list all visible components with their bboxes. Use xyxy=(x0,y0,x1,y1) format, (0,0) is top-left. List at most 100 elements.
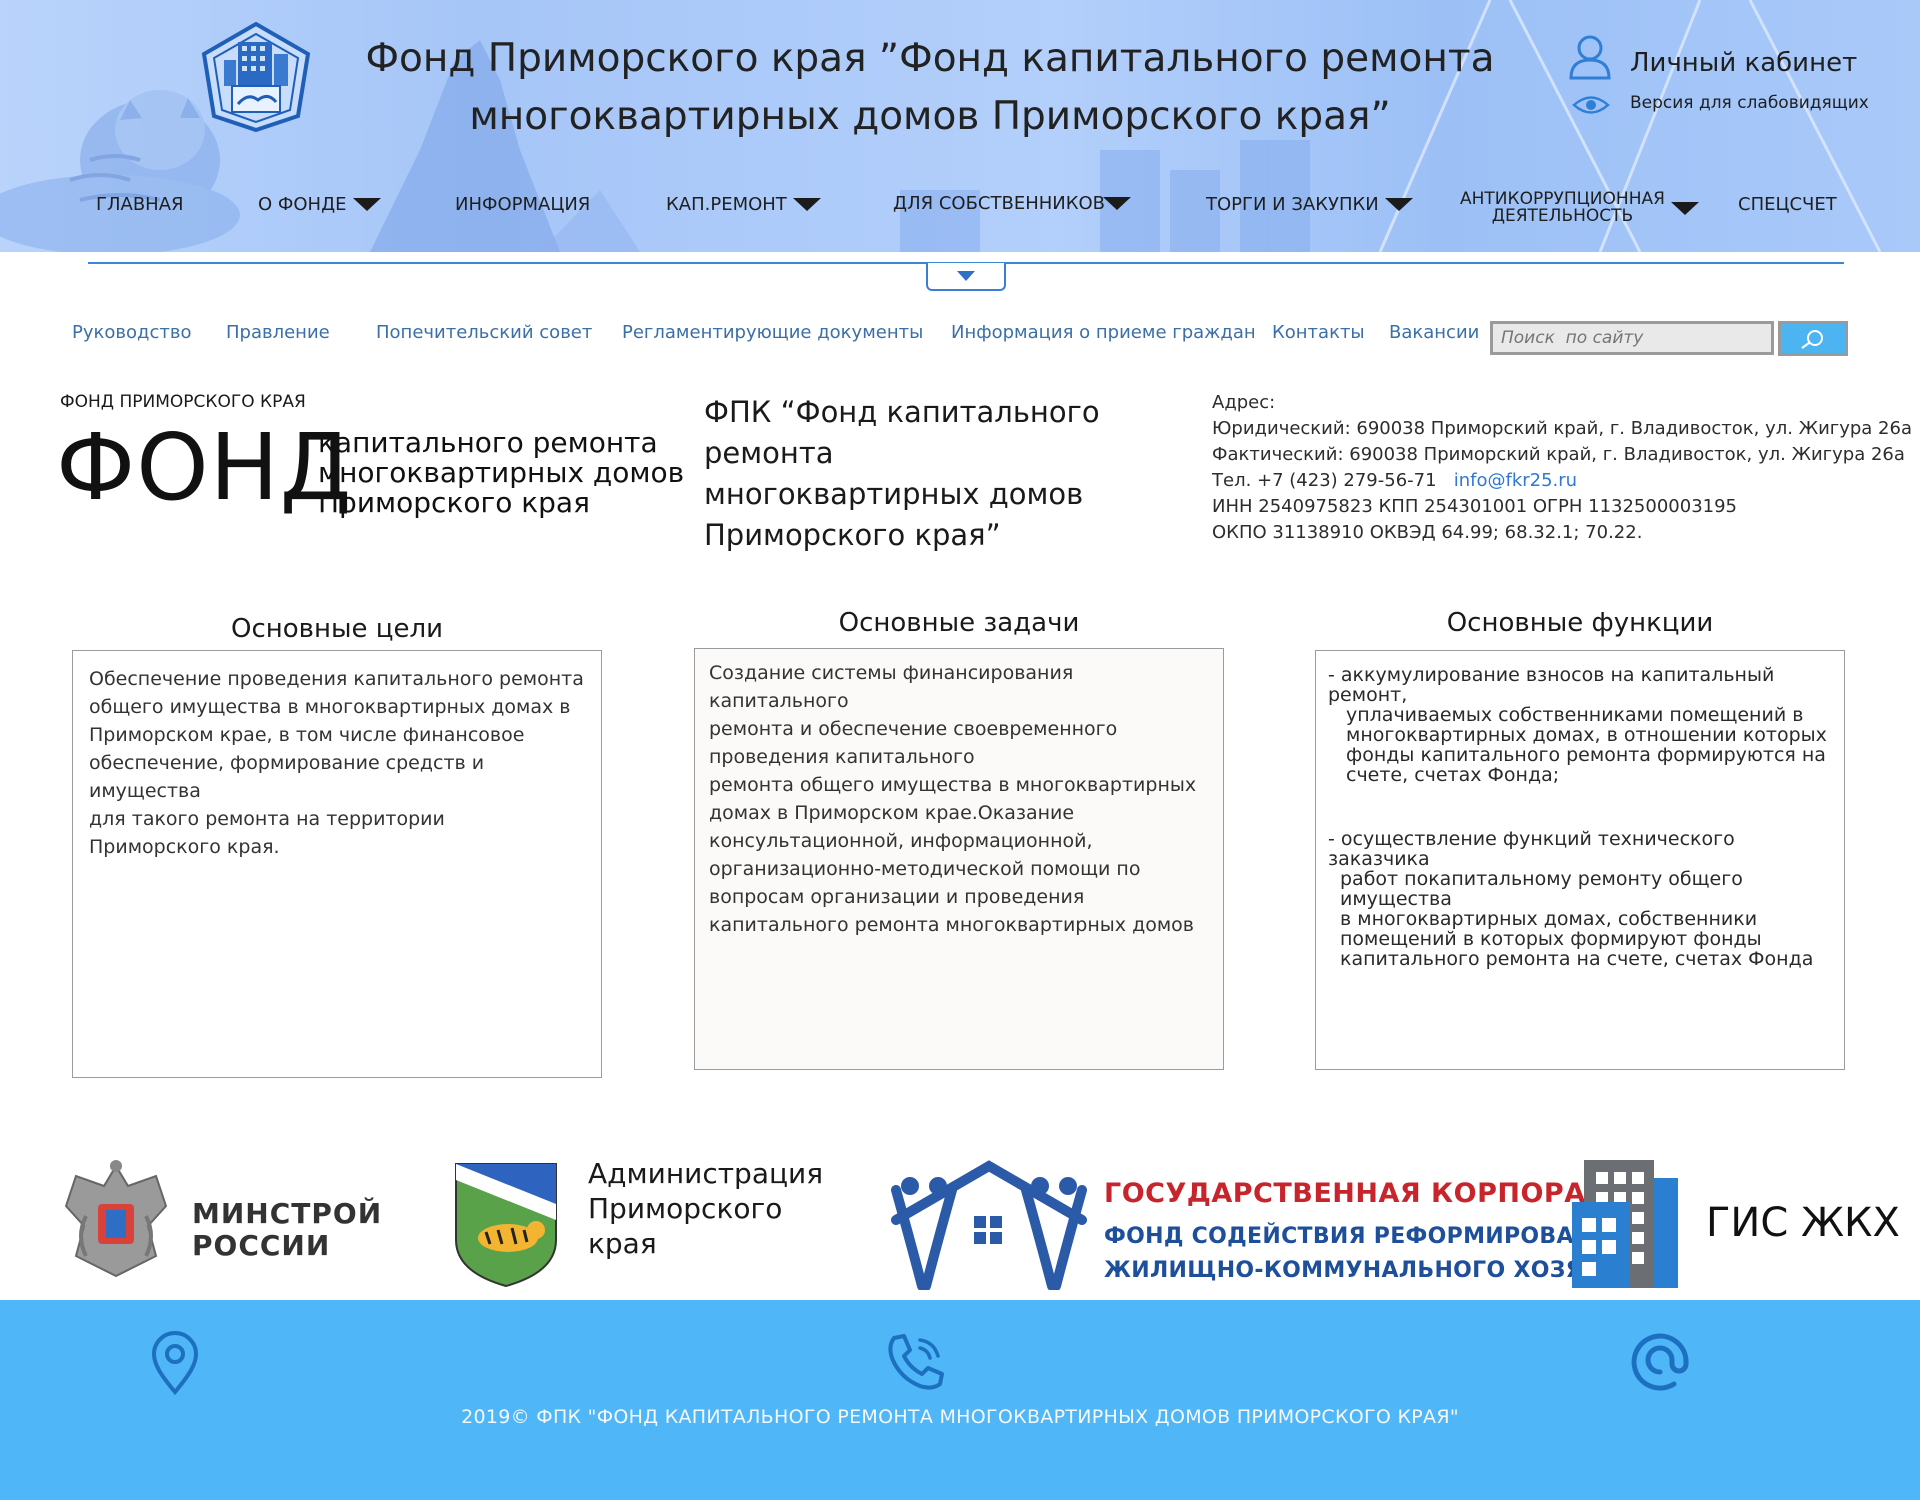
tasks-box: Создание системы финансирования капиталь… xyxy=(694,648,1224,1070)
nav-anticorruption-line2: ДЕЯТЕЛЬНОСТЬ xyxy=(1491,206,1634,226)
primorye-coat-of-arms-icon[interactable] xyxy=(452,1160,560,1290)
nav-capital-repair-label: КАП.РЕМОНТ xyxy=(666,193,787,215)
nav-tenders[interactable]: ТОРГИ И ЗАКУПКИ xyxy=(1206,186,1413,222)
minstroy-label[interactable]: МИНСТРОЙ РОССИИ xyxy=(192,1198,382,1262)
nav-anticorruption[interactable]: АНТИКОРРУПЦИОННАЯ ДЕЯТЕЛЬНОСТЬ xyxy=(1460,190,1699,226)
nav-information[interactable]: ИНФОРМАЦИЯ xyxy=(455,186,590,222)
goals-line: Приморском крае, в том числе финансовое xyxy=(89,724,525,746)
header-banner: Фонд Приморского края ”Фонд капитального… xyxy=(0,0,1920,252)
nav-about[interactable]: О ФОНДЕ xyxy=(258,186,381,222)
primorye-administration-label[interactable]: Администрация Приморского края xyxy=(588,1156,823,1261)
gis-zhkh-label[interactable]: ГИС ЖКХ xyxy=(1706,1200,1900,1246)
goals-line: Приморского края. xyxy=(89,836,280,858)
function-line: многоквартирных домах, в отношении котор… xyxy=(1346,724,1827,746)
function-line: помещений в которых формируют фонды xyxy=(1340,928,1762,950)
nav-home[interactable]: ГЛАВНАЯ xyxy=(96,186,184,222)
search-icon xyxy=(1801,329,1823,349)
admin-label-line: края xyxy=(588,1227,657,1260)
site-title-line2: многоквартирных домов Приморского края” xyxy=(469,94,1391,139)
function-line: уплачиваемых собственниками помещений в xyxy=(1346,704,1804,726)
function-line: капитального ремонта на счете, счетах Фо… xyxy=(1340,948,1814,970)
email-link[interactable]: info@fkr25.ru xyxy=(1454,470,1577,491)
site-title: Фонд Приморского края ”Фонд капитального… xyxy=(360,30,1500,146)
address-heading: Адрес: xyxy=(1212,392,1276,413)
goals-line: для такого ремонта на территории xyxy=(89,808,445,830)
phone-number: Тел. +7 (423) 279-56-71 xyxy=(1212,470,1437,491)
functions-box: - аккумулирование взносов на капитальный… xyxy=(1315,650,1845,1070)
gis-zhkh-building-icon[interactable] xyxy=(1570,1158,1680,1290)
fund-subtitle-line: многоквартирных домов xyxy=(318,456,685,489)
subnav-citizen-reception[interactable]: Информация о приеме граждан xyxy=(951,322,1256,343)
phone-icon[interactable] xyxy=(884,1330,948,1392)
function-line: счете, счетах Фонда; xyxy=(1346,764,1560,786)
fpk-name-line: многоквартирных домов xyxy=(704,477,1084,511)
dropdown-arrow-icon xyxy=(792,197,821,211)
tasks-line: Создание системы финансирования капиталь… xyxy=(709,662,1074,712)
minstroy-label-line: МИНСТРОЙ xyxy=(192,1197,383,1230)
subnav-regulations[interactable]: Регламентирующие документы xyxy=(622,322,923,343)
tasks-line: капитального ремонта многоквартирных дом… xyxy=(709,914,1194,936)
accessibility-version-label: Версия для слабовидящих xyxy=(1630,93,1869,113)
search-button[interactable] xyxy=(1778,321,1848,356)
address-block: Адрес: Юридический: 690038 Приморский кр… xyxy=(1212,390,1912,546)
site-title-line1: Фонд Приморского края ”Фонд капитального… xyxy=(365,36,1495,81)
address-actual: Фактический: 690038 Приморский край, г. … xyxy=(1212,444,1905,465)
nav-for-owners[interactable]: ДЛЯ СОБСТВЕННИКОВ xyxy=(893,185,1132,221)
footer xyxy=(0,1300,1920,1500)
housing-fund-corporation-logo-icon[interactable] xyxy=(886,1160,1092,1290)
tasks-line: организационно-методической помощи по xyxy=(709,858,1141,880)
function-line: работ покапитальному ремонту общего имущ… xyxy=(1340,868,1743,910)
nav-special-account[interactable]: СПЕЦСЧЕТ xyxy=(1738,186,1837,222)
nav-tenders-label: ТОРГИ И ЗАКУПКИ xyxy=(1206,193,1379,215)
fpk-name: ФПК “Фонд капитального ремонта многоквар… xyxy=(704,392,1204,556)
dropdown-arrow-icon xyxy=(1670,201,1699,215)
minstroy-label-line: РОССИИ xyxy=(192,1229,331,1262)
fpk-name-line: ФПК “Фонд капитального ремонта xyxy=(704,395,1100,470)
address-legal: Юридический: 690038 Приморский край, г. … xyxy=(1212,418,1912,439)
nav-special-account-label: СПЕЦСЧЕТ xyxy=(1738,193,1837,215)
tasks-line: домах в Приморском крае.Оказание xyxy=(709,802,1075,824)
tasks-line: вопросам организации и проведения xyxy=(709,886,1085,908)
goals-text: Обеспечение проведения капитального ремо… xyxy=(89,665,585,861)
subnav-management[interactable]: Руководство xyxy=(72,322,191,343)
expand-submenu-button[interactable] xyxy=(926,263,1006,291)
address-inn: ИНН 2540975823 КПП 254301001 ОГРН 113250… xyxy=(1212,496,1737,517)
at-icon[interactable] xyxy=(1630,1332,1690,1392)
tasks-line: ремонта общего имущества в многоквартирн… xyxy=(709,774,1197,796)
goals-line: общего имущества в многоквартирных домах… xyxy=(89,696,571,718)
fund-big-logo-text: ФОНД xyxy=(56,414,353,521)
tasks-title: Основные задачи xyxy=(838,608,1080,638)
fpk-name-line: Приморского края” xyxy=(704,518,1001,552)
dropdown-arrow-icon xyxy=(1103,196,1132,210)
tasks-text: Создание системы финансирования капиталь… xyxy=(709,659,1209,939)
personal-account-link[interactable]: Личный кабинет xyxy=(1568,34,1857,80)
gk-subtitle-line1[interactable]: ФОНД СОДЕЙСТВИЯ РЕФОРМИРОВАНИЮ xyxy=(1104,1224,1637,1249)
function-item: - осуществление функций технического зак… xyxy=(1328,829,1832,969)
subnav-contacts[interactable]: Контакты xyxy=(1272,322,1365,343)
fund-logo[interactable] xyxy=(198,20,314,134)
user-icon xyxy=(1569,35,1611,80)
subnav-trustees[interactable]: Попечительский совет xyxy=(376,322,592,343)
tasks-line: ремонта и обеспечение своевременного xyxy=(709,718,1118,740)
minstroy-emblem-icon[interactable] xyxy=(56,1156,176,1282)
subnav-vacancies[interactable]: Вакансии xyxy=(1389,322,1479,343)
goals-title: Основные цели xyxy=(231,614,443,644)
nav-home-label: ГЛАВНАЯ xyxy=(96,193,184,215)
fund-subtitle-line: Приморского края xyxy=(318,486,590,519)
location-icon[interactable] xyxy=(150,1330,200,1396)
nav-information-label: ИНФОРМАЦИЯ xyxy=(455,193,591,215)
address-contacts: Тел. +7 (423) 279-56-71 info@fkr25.ru xyxy=(1212,468,1912,494)
goals-line: Обеспечение проведения капитального ремо… xyxy=(89,668,584,690)
subnav-board[interactable]: Правление xyxy=(226,322,330,343)
admin-label-line: Приморского xyxy=(588,1192,783,1225)
nav-anticorruption-label: АНТИКОРРУПЦИОННАЯ ДЕЯТЕЛЬНОСТЬ xyxy=(1460,191,1665,225)
search-input[interactable] xyxy=(1490,321,1774,355)
functions-title: Основные функции xyxy=(1446,608,1714,638)
function-item: - аккумулирование взносов на капитальный… xyxy=(1328,665,1832,785)
accessibility-version-link[interactable]: Версия для слабовидящих xyxy=(1572,93,1869,116)
goals-line: обеспечение, формирование средств и имущ… xyxy=(89,752,485,802)
nav-capital-repair[interactable]: КАП.РЕМОНТ xyxy=(666,186,821,222)
function-line: фонды капитального ремонта формируются н… xyxy=(1346,744,1826,766)
eye-icon xyxy=(1572,96,1610,114)
fund-small-title: ФОНД ПРИМОРСКОГО КРАЯ xyxy=(60,392,306,412)
